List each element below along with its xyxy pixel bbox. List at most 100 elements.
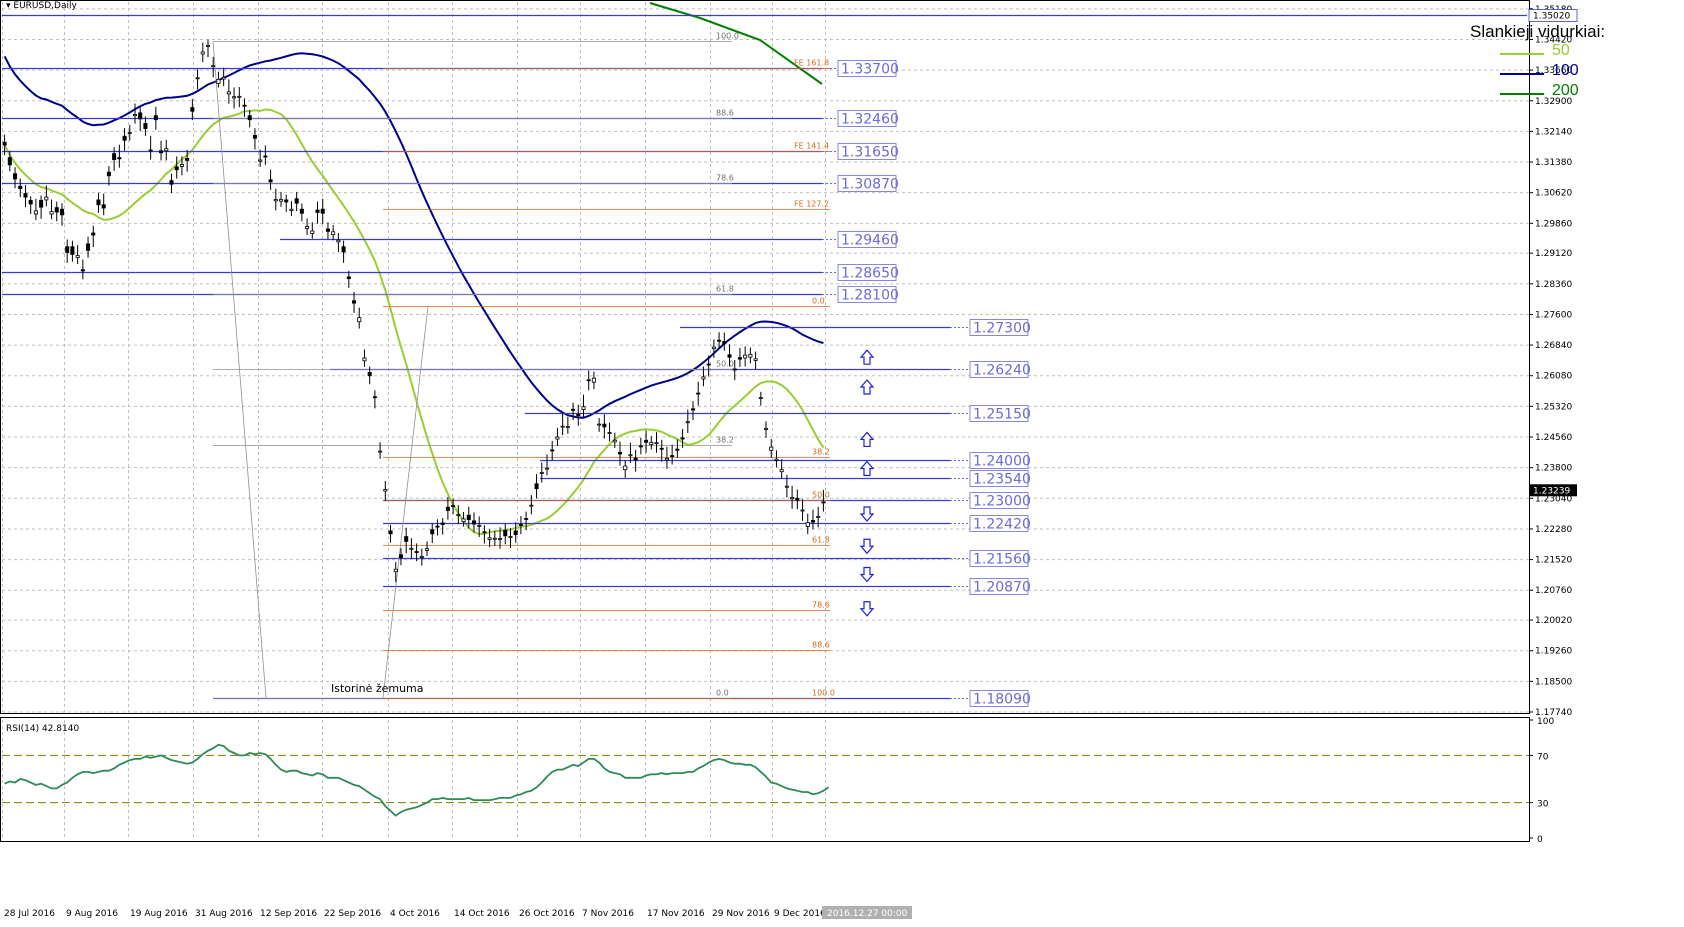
fib-exp-label: 88.6 — [812, 641, 830, 650]
candle-body — [378, 450, 383, 453]
x-tick-label: 19 Aug 2016 — [130, 909, 188, 919]
fib-exp-label: FE 141.4 — [794, 142, 829, 151]
current-price-label: 1.23239 — [1533, 486, 1570, 496]
x-tick-label: 2016.12.27 00:00 — [827, 909, 908, 919]
candle-body — [352, 300, 357, 304]
candle-body — [503, 529, 508, 537]
candle-body — [617, 451, 623, 455]
candle-body — [670, 455, 675, 457]
candle-body — [242, 104, 247, 107]
candle-body — [539, 472, 544, 474]
candle-body — [560, 425, 565, 428]
candle-body — [675, 448, 680, 451]
level-axis-label: 1.35020 — [1533, 12, 1570, 22]
y-tick-label: 1.20020 — [1535, 616, 1572, 626]
candle-body — [117, 157, 122, 160]
candle-body — [247, 115, 252, 121]
candle-body — [216, 78, 221, 84]
candle-body — [576, 414, 581, 417]
candle-body — [440, 522, 445, 525]
fib-ret-label: 88.6 — [716, 109, 734, 118]
candle-body — [748, 353, 753, 358]
candle-body — [367, 372, 372, 377]
fib-exp-label: FE 161.8 — [794, 59, 829, 68]
candle-body — [13, 173, 18, 180]
candle-body — [132, 114, 138, 117]
candle-body — [226, 91, 231, 95]
candle-body — [44, 196, 49, 201]
candle-body — [508, 536, 513, 539]
candle-body — [602, 423, 607, 428]
candle-body — [393, 568, 398, 573]
candle-body — [565, 426, 570, 428]
candle-body — [325, 228, 330, 232]
level-label: 1.23540 — [973, 472, 1031, 488]
candle-body — [800, 509, 805, 512]
candle-body — [91, 232, 96, 236]
candle-body — [357, 317, 362, 323]
candle-body — [701, 376, 706, 380]
candle-body — [795, 497, 800, 501]
fib-ret-label: 100.0 — [716, 32, 739, 41]
candle-body — [336, 239, 341, 243]
candle-body — [174, 166, 179, 171]
symbol-text: EURUSD,Daily — [13, 1, 77, 11]
candle-body — [810, 520, 815, 523]
candle-body — [383, 489, 388, 492]
candle-body — [425, 548, 430, 551]
candle-body — [75, 255, 80, 258]
candle-body — [544, 467, 550, 470]
legend-label-50: 50 — [1552, 42, 1570, 59]
candle-body — [148, 149, 153, 152]
candle-body — [310, 230, 315, 234]
candle-body — [315, 209, 320, 213]
down-arrow-icon — [859, 601, 875, 617]
horizontal-levels: 1.33700 1.32460 1.31650 1.30870 1.29460 1.286… — [2, 14, 1527, 708]
candle-body — [717, 339, 722, 342]
level-label: 1.21560 — [973, 552, 1031, 568]
candle-body — [743, 354, 748, 359]
candle-body — [138, 112, 143, 120]
candle-body — [461, 518, 466, 523]
candle-body — [654, 442, 659, 445]
candle-body — [33, 210, 38, 215]
candle-body — [195, 77, 200, 80]
axes: 28 Jul 2016 9 Aug 2016 19 Aug 2016 31 Aug 2… — [0, 0, 1578, 919]
candle-body — [555, 436, 560, 440]
candle-body — [331, 231, 336, 236]
moving-averages — [3, 2, 825, 536]
level-label: 1.24000 — [973, 454, 1031, 470]
candle-body — [127, 132, 132, 135]
candle-body — [518, 524, 523, 526]
candle-body — [185, 158, 190, 161]
y-tick-label: 1.28360 — [1535, 280, 1572, 290]
candle-body — [753, 358, 758, 361]
x-tick-label: 12 Sep 2016 — [260, 909, 317, 919]
candle-body — [299, 208, 304, 214]
candle-body — [784, 485, 789, 488]
x-tick-label: 26 Oct 2016 — [519, 909, 575, 919]
candle-body — [456, 514, 461, 516]
level-label: 1.25150 — [973, 407, 1031, 423]
candle-body — [237, 95, 242, 98]
candle-body — [487, 537, 492, 540]
candle-body — [451, 505, 456, 507]
candle-body — [706, 363, 711, 366]
candle-body — [764, 428, 769, 430]
candle-body — [18, 185, 23, 190]
candle-body — [607, 432, 612, 434]
rsi-y-label: 70 — [1537, 752, 1549, 762]
x-tick-label: 28 Jul 2016 — [4, 909, 55, 919]
level-label: 1.33700 — [841, 62, 899, 78]
candle-body — [414, 551, 419, 553]
candle-body — [790, 497, 795, 500]
down-arrow-icon — [859, 538, 875, 555]
up-arrow-icon — [859, 379, 875, 395]
x-tick-label: 17 Nov 2016 — [647, 909, 705, 919]
y-tick-label: 1.18500 — [1535, 677, 1572, 687]
level-label: 1.27300 — [973, 321, 1031, 337]
candle-body — [211, 65, 216, 68]
candle-body — [571, 408, 576, 411]
y-tick-label: 1.20760 — [1535, 586, 1572, 596]
candle-body — [550, 449, 555, 452]
